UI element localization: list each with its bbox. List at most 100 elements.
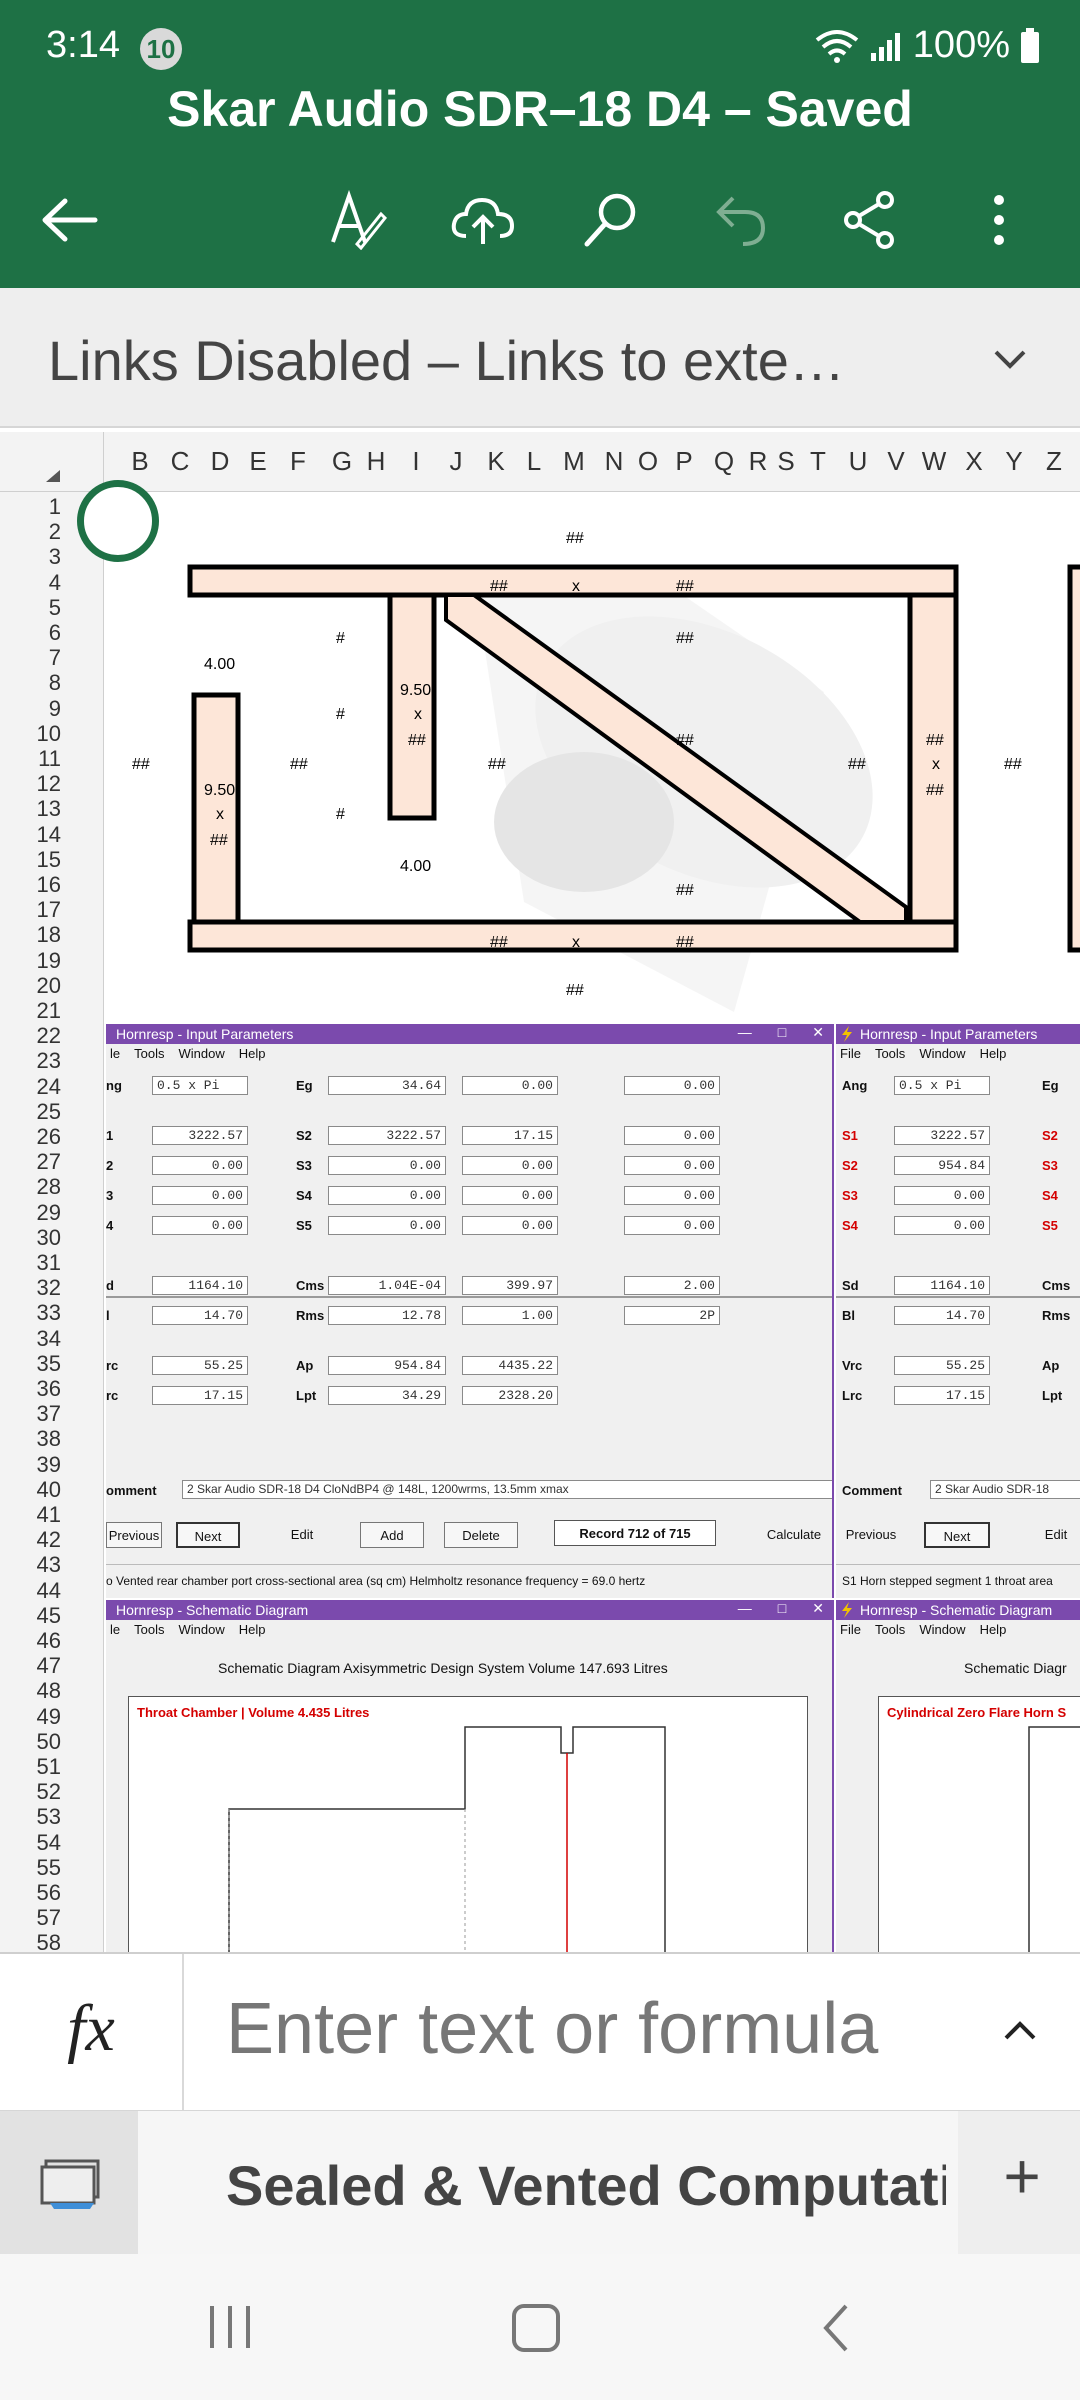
column-header[interactable]: X xyxy=(965,446,982,477)
menu-item[interactable]: Tools xyxy=(875,1622,905,1642)
column-header[interactable]: T xyxy=(810,446,826,477)
row-header[interactable]: 38 xyxy=(37,1426,61,1452)
row-header[interactable]: 18 xyxy=(37,922,61,948)
row-header[interactable]: 55 xyxy=(37,1855,61,1881)
chevron-up-icon[interactable] xyxy=(990,2000,1050,2060)
param-field[interactable]: 0.00 xyxy=(328,1216,446,1235)
row-header[interactable]: 24 xyxy=(37,1074,61,1100)
param-field[interactable]: 0.00 xyxy=(894,1186,990,1205)
row-header[interactable]: 10 xyxy=(37,721,61,747)
param-field[interactable]: 0.00 xyxy=(624,1186,720,1205)
back-nav-icon[interactable] xyxy=(814,2300,858,2356)
sheet-list-button[interactable] xyxy=(0,2111,138,2255)
param-field[interactable]: 55.25 xyxy=(152,1356,248,1375)
menu-item[interactable]: Help xyxy=(239,1046,266,1066)
menu-item[interactable]: Window xyxy=(178,1622,224,1642)
param-field[interactable]: 954.84 xyxy=(328,1356,446,1375)
close-icon[interactable]: ✕ xyxy=(812,1024,824,1044)
row-header[interactable]: 17 xyxy=(37,897,61,923)
menu-item[interactable]: Window xyxy=(919,1622,965,1642)
column-header[interactable]: Z xyxy=(1046,446,1062,477)
row-header[interactable]: 14 xyxy=(37,822,61,848)
row-header[interactable]: 8 xyxy=(49,670,61,696)
param-field[interactable]: 14.70 xyxy=(152,1306,248,1325)
column-header[interactable]: Y xyxy=(1005,446,1022,477)
column-header[interactable]: M xyxy=(563,446,585,477)
param-field[interactable]: 1164.10 xyxy=(894,1276,990,1295)
column-header[interactable]: O xyxy=(638,446,658,477)
row-header[interactable]: 39 xyxy=(37,1452,61,1478)
row-header[interactable]: 15 xyxy=(37,847,61,873)
row-header[interactable]: 37 xyxy=(37,1401,61,1427)
undo-icon[interactable] xyxy=(696,170,786,270)
home-icon[interactable] xyxy=(508,2300,564,2356)
row-header[interactable]: 19 xyxy=(37,948,61,974)
column-header[interactable]: G xyxy=(332,446,352,477)
column-header[interactable]: Q xyxy=(714,446,734,477)
row-header[interactable]: 36 xyxy=(37,1376,61,1402)
param-field[interactable]: 3222.57 xyxy=(152,1126,248,1145)
row-header[interactable]: 32 xyxy=(37,1275,61,1301)
param-field[interactable]: 4435.22 xyxy=(462,1356,558,1375)
param-field[interactable]: 0.00 xyxy=(624,1156,720,1175)
row-header[interactable]: 48 xyxy=(37,1678,61,1704)
comment-field[interactable]: 2 Skar Audio SDR-18 xyxy=(930,1480,1080,1499)
chevron-down-icon[interactable] xyxy=(980,330,1040,390)
column-header[interactable]: S xyxy=(777,446,794,477)
row-header[interactable]: 50 xyxy=(37,1729,61,1755)
column-header[interactable]: N xyxy=(605,446,624,477)
param-field[interactable]: 954.84 xyxy=(894,1156,990,1175)
edit-button[interactable]: Edit xyxy=(274,1522,330,1548)
maximize-icon[interactable]: □ xyxy=(778,1024,786,1044)
row-header[interactable]: 16 xyxy=(37,872,61,898)
column-header[interactable]: F xyxy=(290,446,306,477)
param-field[interactable]: 0.5 x Pi xyxy=(894,1076,990,1095)
close-icon[interactable]: ✕ xyxy=(812,1600,824,1620)
menu-item[interactable]: Help xyxy=(980,1622,1007,1642)
row-header[interactable]: 41 xyxy=(37,1502,61,1528)
column-header[interactable]: H xyxy=(367,446,386,477)
menu-item[interactable]: le xyxy=(110,1622,120,1642)
row-header[interactable]: 44 xyxy=(37,1578,61,1604)
calculate-button[interactable]: Calculate xyxy=(756,1522,832,1548)
param-field[interactable]: 2P xyxy=(624,1306,720,1325)
cloud-upload-icon[interactable] xyxy=(438,170,528,270)
row-header[interactable]: 47 xyxy=(37,1653,61,1679)
menu-item[interactable]: Window xyxy=(178,1046,224,1066)
row-header[interactable]: 56 xyxy=(37,1880,61,1906)
menu-item[interactable]: Tools xyxy=(134,1622,164,1642)
row-header[interactable]: 21 xyxy=(37,998,61,1024)
row-header[interactable]: 23 xyxy=(37,1048,61,1074)
param-field[interactable]: 17.15 xyxy=(462,1126,558,1145)
param-field[interactable]: 2328.20 xyxy=(462,1386,558,1405)
more-vert-icon[interactable] xyxy=(954,170,1044,270)
param-field[interactable]: 0.00 xyxy=(894,1216,990,1235)
row-header[interactable]: 25 xyxy=(37,1099,61,1125)
menu-item[interactable]: le xyxy=(110,1046,120,1066)
edit-button[interactable]: Edit xyxy=(1032,1522,1080,1548)
param-field[interactable]: 34.29 xyxy=(328,1386,446,1405)
param-field[interactable]: 0.00 xyxy=(152,1156,248,1175)
column-header[interactable]: R xyxy=(749,446,768,477)
previous-button[interactable]: Previous xyxy=(842,1522,900,1548)
param-field[interactable]: 0.00 xyxy=(462,1186,558,1205)
param-field[interactable]: 0.5 x Pi xyxy=(152,1076,248,1095)
recent-apps-icon[interactable] xyxy=(204,2300,258,2354)
param-field[interactable]: 0.00 xyxy=(152,1186,248,1205)
param-field[interactable]: 1.00 xyxy=(462,1306,558,1325)
row-header[interactable]: 31 xyxy=(37,1250,61,1276)
formula-input[interactable]: Enter text or formula xyxy=(226,1988,926,2070)
delete-button[interactable]: Delete xyxy=(444,1522,518,1548)
row-header[interactable]: 57 xyxy=(37,1905,61,1931)
row-header[interactable]: 2 xyxy=(49,519,61,545)
row-header[interactable]: 20 xyxy=(37,973,61,999)
row-header[interactable]: 9 xyxy=(49,696,61,722)
search-icon[interactable] xyxy=(566,170,656,270)
param-field[interactable]: 2.00 xyxy=(624,1276,720,1295)
column-header[interactable]: C xyxy=(171,446,190,477)
param-field[interactable]: 14.70 xyxy=(894,1306,990,1325)
menu-item[interactable]: Tools xyxy=(875,1046,905,1066)
param-field[interactable]: 1164.10 xyxy=(152,1276,248,1295)
param-field[interactable]: 17.15 xyxy=(894,1386,990,1405)
back-arrow-icon[interactable] xyxy=(24,170,114,270)
